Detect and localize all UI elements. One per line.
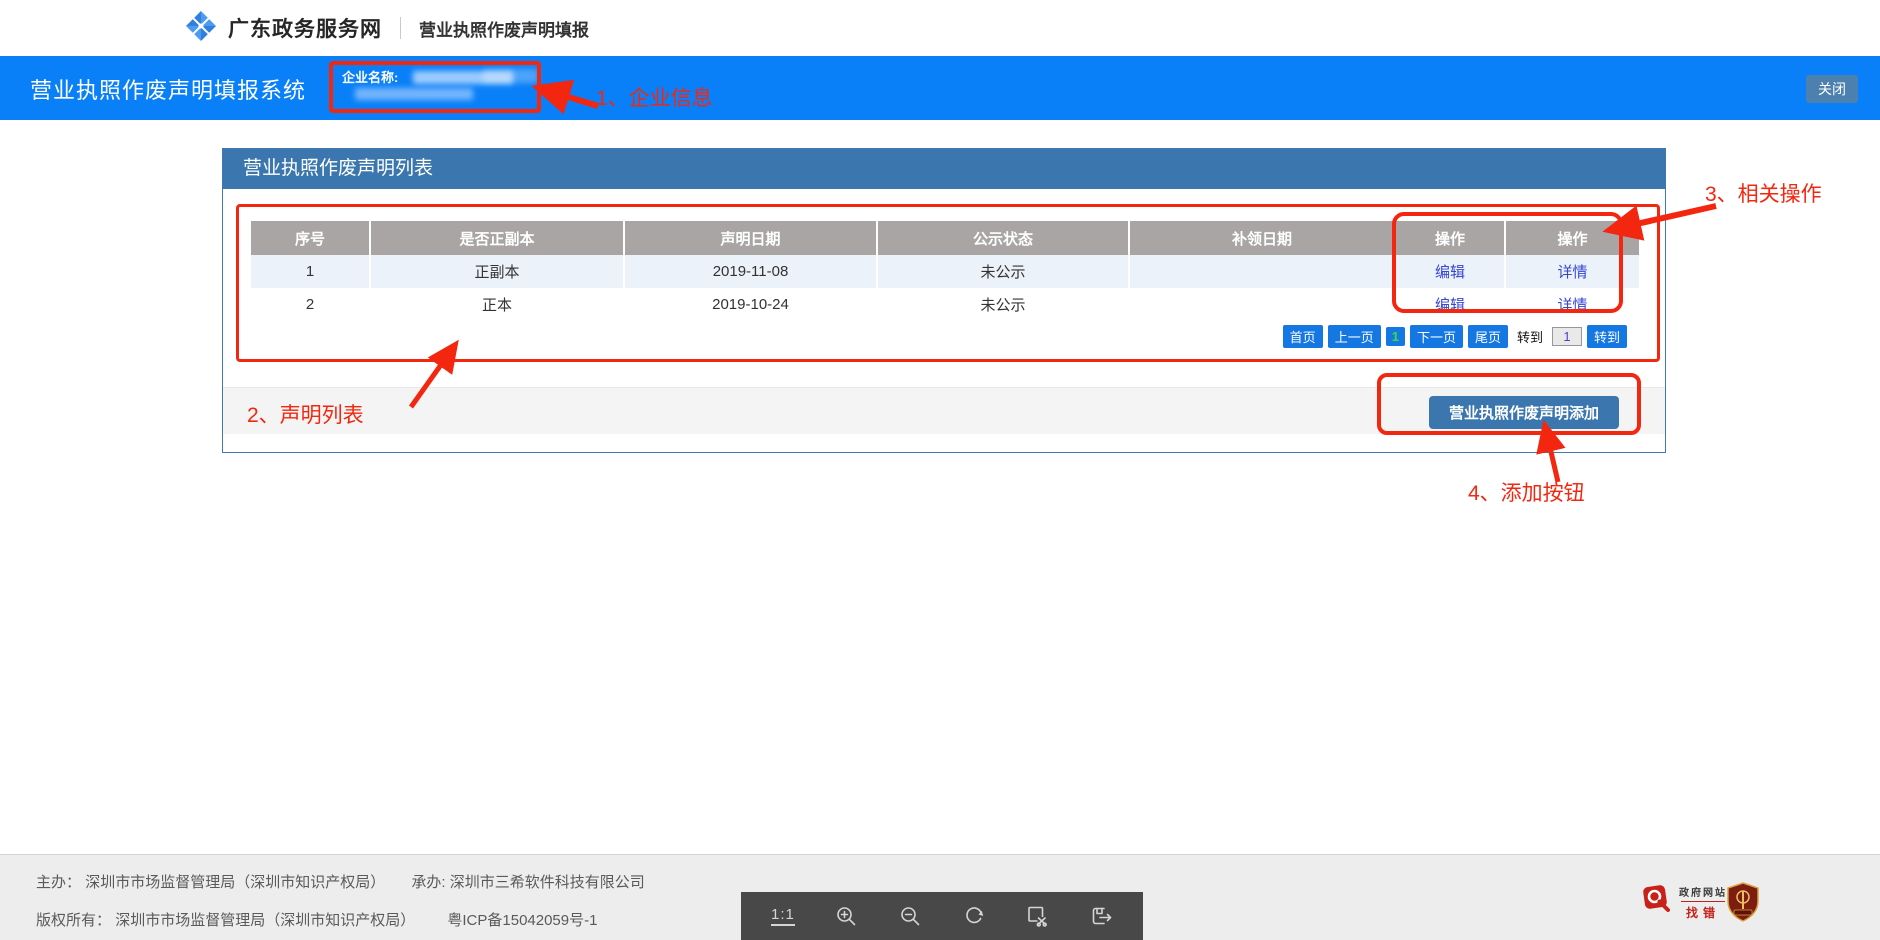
cell-reissue <box>1130 288 1396 321</box>
company-code-redacted <box>355 88 473 100</box>
undertake-label: 承办: <box>411 874 445 891</box>
pagination-prev-button[interactable]: 上一页 <box>1328 325 1381 348</box>
declaration-list-panel: 营业执照作废声明列表 序号 是否正副本 声明日期 公示状态 补领日期 操作 操作… <box>222 148 1666 453</box>
col-header-seq: 序号 <box>251 221 371 255</box>
cell-reissue <box>1130 255 1396 288</box>
actual-size-button[interactable]: 1:1 <box>771 906 795 926</box>
zoom-out-icon[interactable] <box>898 904 922 928</box>
rotate-icon[interactable] <box>962 904 986 928</box>
header-divider <box>400 17 401 39</box>
system-title: 营业执照作废声明填报系统 <box>30 73 306 105</box>
cell-status: 未公示 <box>878 288 1130 321</box>
detail-link-row1[interactable]: 详情 <box>1557 264 1587 281</box>
cell-date: 2019-11-08 <box>625 255 878 288</box>
image-viewer-toolbar: 1:1 <box>741 892 1143 940</box>
pagination-last-button[interactable]: 尾页 <box>1468 325 1508 348</box>
annotation-label-1: 1、企业信息 <box>596 82 713 112</box>
pagination: 首页 上一页 1 下一页 尾页 转到 转到 <box>1283 325 1627 348</box>
detail-link-row2[interactable]: 详情 <box>1557 297 1587 314</box>
cell-seq: 2 <box>251 288 371 321</box>
err-badge-divider <box>1681 901 1725 902</box>
company-info-box: 企业名称: <box>333 62 538 108</box>
magnifier-icon <box>1642 884 1674 921</box>
panel-title: 营业执照作废声明列表 <box>223 149 1665 189</box>
goto-label: 转到 <box>1517 327 1543 346</box>
zoom-in-icon[interactable] <box>834 904 858 928</box>
pagination-next-button[interactable]: 下一页 <box>1410 325 1463 348</box>
col-header-op1: 操作 <box>1396 221 1506 255</box>
annotation-arrows <box>0 0 1880 940</box>
icp-number: 粤ICP备15042059号-1 <box>447 912 597 929</box>
gov-site-error-badge[interactable]: 政府网站 找错 <box>1642 884 1727 921</box>
footer-line1: 主办： 深圳市市场监督管理局（深圳市知识产权局） 承办: 深圳市三希软件科技有限… <box>36 871 645 892</box>
shield-icon[interactable] <box>1726 882 1760 927</box>
top-header: 广东政务服务网 营业执照作废声明填报 <box>0 0 1880 56</box>
close-button[interactable]: 关闭 <box>1806 75 1858 103</box>
host-value: 深圳市市场监督管理局（深圳市知识产权局） <box>85 874 385 891</box>
col-header-op2: 操作 <box>1506 221 1639 255</box>
table-header-row: 序号 是否正副本 声明日期 公示状态 补领日期 操作 操作 <box>251 221 1639 255</box>
panel-body: 序号 是否正副本 声明日期 公示状态 补领日期 操作 操作 1 正副本 2019… <box>223 189 1665 452</box>
goto-page-input[interactable] <box>1552 327 1582 346</box>
company-name-redacted-2 <box>483 69 538 83</box>
edit-link-row2[interactable]: 编辑 <box>1435 297 1465 314</box>
save-icon[interactable] <box>1089 904 1113 928</box>
copyright-label: 版权所有： <box>36 912 111 929</box>
system-banner: 营业执照作废声明填报系统 企业名称: 关闭 <box>0 56 1880 120</box>
cell-status: 未公示 <box>878 255 1130 288</box>
err-badge-texts: 政府网站 找错 <box>1679 884 1727 921</box>
crop-icon[interactable] <box>1025 904 1049 928</box>
site-name: 广东政务服务网 <box>228 13 382 43</box>
cell-type: 正副本 <box>371 255 625 288</box>
col-header-status: 公示状态 <box>878 221 1130 255</box>
add-declaration-button[interactable]: 营业执照作废声明添加 <box>1429 396 1619 429</box>
table-row: 2 正本 2019-10-24 未公示 编辑 详情 <box>251 288 1639 321</box>
pagination-first-button[interactable]: 首页 <box>1283 325 1323 348</box>
goto-button[interactable]: 转到 <box>1587 325 1627 348</box>
annotation-label-4: 4、添加按钮 <box>1468 477 1585 507</box>
cell-date: 2019-10-24 <box>625 288 878 321</box>
panel-footer: 营业执照作废声明添加 <box>223 387 1665 434</box>
gdzwfw-pinwheel-logo-icon <box>186 11 216 46</box>
undertake-value: 深圳市三希软件科技有限公司 <box>450 874 645 891</box>
col-header-reissue: 补领日期 <box>1130 221 1396 255</box>
company-name-label: 企业名称: <box>342 70 398 85</box>
pagination-current-page[interactable]: 1 <box>1386 327 1405 346</box>
cell-seq: 1 <box>251 255 371 288</box>
col-header-type: 是否正副本 <box>371 221 625 255</box>
host-label: 主办： <box>36 874 81 891</box>
table-row: 1 正副本 2019-11-08 未公示 编辑 详情 <box>251 255 1639 288</box>
copyright-value: 深圳市市场监督管理局（深圳市知识产权局） <box>115 912 415 929</box>
col-header-date: 声明日期 <box>625 221 878 255</box>
edit-link-row1[interactable]: 编辑 <box>1435 264 1465 281</box>
annotation-label-2: 2、声明列表 <box>247 399 364 429</box>
err-badge-line1: 政府网站 <box>1679 884 1727 899</box>
footer-line2: 版权所有： 深圳市市场监督管理局（深圳市知识产权局） 粤ICP备15042059… <box>36 909 597 930</box>
header-page-title: 营业执照作废声明填报 <box>419 16 589 41</box>
annotation-label-3: 3、相关操作 <box>1705 178 1822 208</box>
err-badge-line2: 找错 <box>1686 904 1720 921</box>
declaration-table: 序号 是否正副本 声明日期 公示状态 补领日期 操作 操作 1 正副本 2019… <box>251 221 1639 321</box>
cell-type: 正本 <box>371 288 625 321</box>
